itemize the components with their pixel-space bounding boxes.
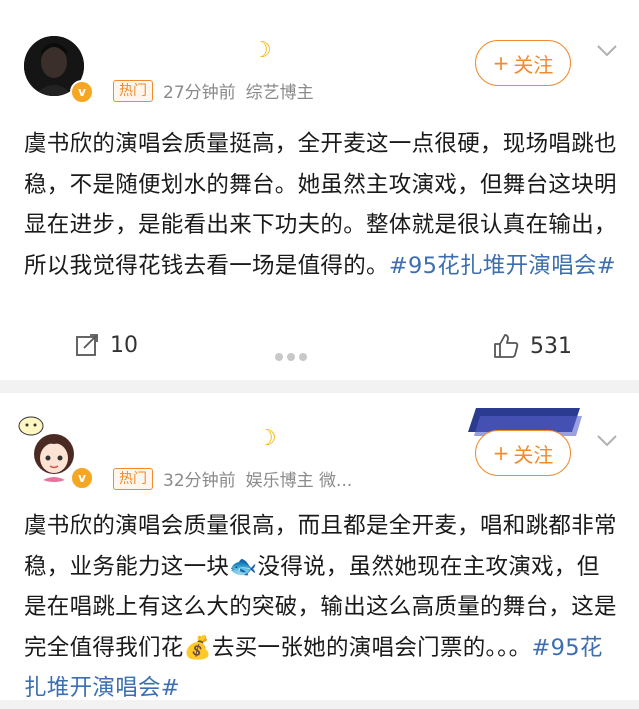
- post-card-1: v ☽ 热门 27分钟前 综艺博主 + 关注 虞书欣的演唱会质量挺高，全开麦这一…: [0, 0, 639, 380]
- action-bar: 10 531: [0, 328, 639, 372]
- repost-icon: [76, 334, 98, 356]
- follow-button[interactable]: + 关注: [475, 430, 571, 476]
- post-time: 27分钟前: [163, 83, 236, 103]
- like-count: 531: [530, 333, 572, 359]
- page-dots: [275, 346, 311, 365]
- hashtag-link[interactable]: #95花扎堆开演唱会#: [389, 253, 616, 279]
- thumbs-up-icon: [494, 334, 519, 358]
- post-body: 虞书欣的演唱会质量挺高，全开麦这一点很硬，现场唱跳也稳，不是随便划水的舞台。她虽…: [24, 124, 619, 286]
- money-bag-emoji-icon: 💰: [183, 634, 212, 661]
- plus-icon: +: [492, 51, 510, 75]
- chevron-down-icon[interactable]: [596, 434, 618, 448]
- post-meta: 热门 32分钟前 娱乐博主 微...: [113, 466, 352, 491]
- username-emoji-icon: ☽: [257, 426, 277, 451]
- user-type: 综艺博主: [245, 83, 314, 103]
- follow-label: 关注: [513, 52, 554, 77]
- post-meta: 热门 27分钟前 综艺博主: [113, 78, 314, 103]
- chevron-down-icon[interactable]: [596, 44, 618, 58]
- verified-badge-icon: v: [70, 80, 94, 104]
- post-body: 虞书欣的演唱会质量很高，而且都是全开麦，唱和跳都非常稳，业务能力这一块🐟没得说，…: [24, 506, 619, 709]
- post-time: 32分钟前: [163, 471, 236, 491]
- hot-tag: 热门: [113, 79, 153, 102]
- verified-badge-icon: v: [70, 466, 94, 490]
- follow-label: 关注: [513, 442, 554, 467]
- plus-icon: +: [492, 441, 510, 465]
- sticker-icon: [18, 416, 44, 436]
- username-emoji-icon: ☽: [252, 38, 272, 63]
- repost-count: 10: [110, 332, 138, 358]
- fish-emoji-icon: 🐟: [229, 553, 258, 580]
- post-text: 去买一张她的演唱会门票的。。。: [211, 634, 532, 661]
- follow-button[interactable]: + 关注: [475, 40, 571, 86]
- like-button[interactable]: 531: [492, 332, 572, 360]
- repost-button[interactable]: 10: [74, 332, 138, 358]
- hot-tag: 热门: [113, 467, 153, 490]
- user-type: 娱乐博主 微...: [245, 471, 353, 491]
